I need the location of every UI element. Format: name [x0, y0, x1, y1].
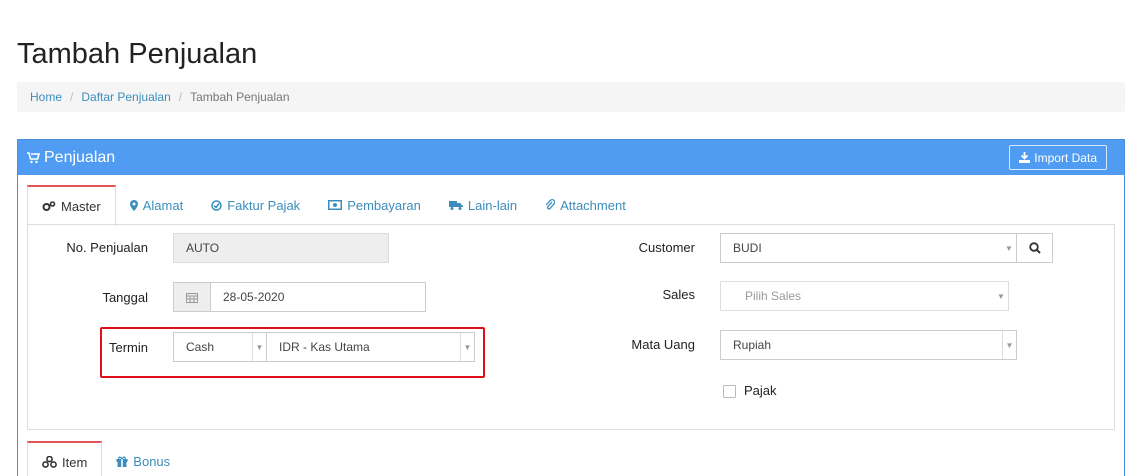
truck-icon: [448, 201, 463, 210]
tab-lain-lain-label: Lain-lain: [467, 197, 518, 213]
sales-select-placeholder: Pilih Sales: [745, 289, 802, 303]
download-icon: [1019, 152, 1031, 163]
tab-pembayaran[interactable]: Pembayaran: [314, 185, 435, 225]
cubes-icon: [42, 456, 57, 468]
customer-select-value: BUDI: [733, 241, 762, 255]
tab-pembayaran-label: Pembayaran: [347, 197, 421, 213]
import-data-button[interactable]: Import Data: [1009, 145, 1107, 170]
tab-alamat[interactable]: Alamat: [116, 185, 197, 225]
check-circle-icon: [211, 199, 222, 211]
pajak-checkbox[interactable]: [723, 385, 736, 398]
tab-alamat-label: Alamat: [142, 197, 184, 213]
breadcrumb-separator: /: [70, 90, 74, 104]
item-tabs: Item Bonus: [27, 441, 184, 476]
tanggal-input[interactable]: 28-05-2020: [210, 282, 426, 312]
tab-lain-lain[interactable]: Lain-lain: [435, 185, 531, 225]
sales-label: Sales: [662, 287, 695, 302]
mata-uang-label: Mata Uang: [631, 337, 695, 352]
tab-bonus[interactable]: Bonus: [102, 441, 184, 476]
tab-item[interactable]: Item: [27, 441, 103, 476]
mata-uang-select-value: Rupiah: [733, 338, 772, 352]
gift-icon: [116, 456, 128, 467]
calendar-icon: [186, 292, 198, 303]
tab-faktur-pajak[interactable]: Faktur Pajak: [197, 185, 314, 225]
termin-select-value: Cash: [186, 340, 215, 354]
tab-attachment[interactable]: Attachment: [531, 185, 640, 225]
money-icon: [328, 200, 343, 210]
breadcrumb: Home / Daftar Penjualan / Tambah Penjual…: [17, 82, 1125, 112]
tab-master-label: Master: [61, 199, 101, 214]
termin-account-select[interactable]: IDR - Kas Utama ▼: [266, 332, 475, 362]
chevron-down-icon: ▼: [252, 333, 266, 361]
chevron-down-icon: ▼: [1002, 331, 1016, 359]
master-tabs: Master Alamat Faktur Pajak Pembayaran La…: [27, 185, 640, 226]
page-title: Tambah Penjualan: [17, 38, 258, 70]
tab-faktur-pajak-label: Faktur Pajak: [227, 197, 301, 213]
chevron-down-icon: ▼: [1005, 243, 1013, 253]
breadcrumb-current: Tambah Penjualan: [190, 90, 290, 104]
cart-icon: [27, 151, 40, 163]
gears-icon: [42, 201, 56, 211]
paperclip-icon: [545, 199, 556, 210]
search-icon: [1028, 242, 1041, 254]
map-marker-icon: [129, 199, 138, 211]
tab-attachment-label: Attachment: [560, 197, 626, 213]
breadcrumb-home-link[interactable]: Home: [30, 90, 62, 104]
panel-title: Penjualan: [27, 149, 115, 167]
import-data-label: Import Data: [1034, 150, 1097, 165]
termin-label: Termin: [108, 340, 148, 355]
termin-select[interactable]: Cash ▼: [173, 332, 267, 362]
chevron-down-icon: ▼: [997, 291, 1005, 301]
customer-search-button[interactable]: [1016, 233, 1053, 263]
panel-title-label: Penjualan: [44, 148, 116, 166]
mata-uang-select[interactable]: Rupiah ▼: [720, 330, 1017, 360]
no-penjualan-label: No. Penjualan: [66, 240, 148, 255]
tab-bonus-label: Bonus: [133, 453, 171, 469]
termin-account-value: IDR - Kas Utama: [279, 340, 370, 354]
pajak-label: Pajak: [744, 383, 777, 398]
breadcrumb-separator: /: [178, 90, 183, 104]
breadcrumb-list-link[interactable]: Daftar Penjualan: [81, 90, 170, 104]
customer-label: Customer: [638, 240, 695, 255]
no-penjualan-field: AUTO: [173, 233, 389, 263]
calendar-addon[interactable]: [173, 282, 211, 312]
chevron-down-icon: ▼: [460, 333, 474, 361]
sales-select[interactable]: Pilih Sales ▼: [720, 281, 1009, 311]
tab-item-label: Item: [62, 454, 88, 470]
panel-heading: Penjualan Import Data: [18, 140, 1124, 175]
tab-master[interactable]: Master: [27, 185, 116, 226]
tanggal-label: Tanggal: [102, 290, 148, 305]
customer-select[interactable]: BUDI ▼: [720, 233, 1017, 263]
